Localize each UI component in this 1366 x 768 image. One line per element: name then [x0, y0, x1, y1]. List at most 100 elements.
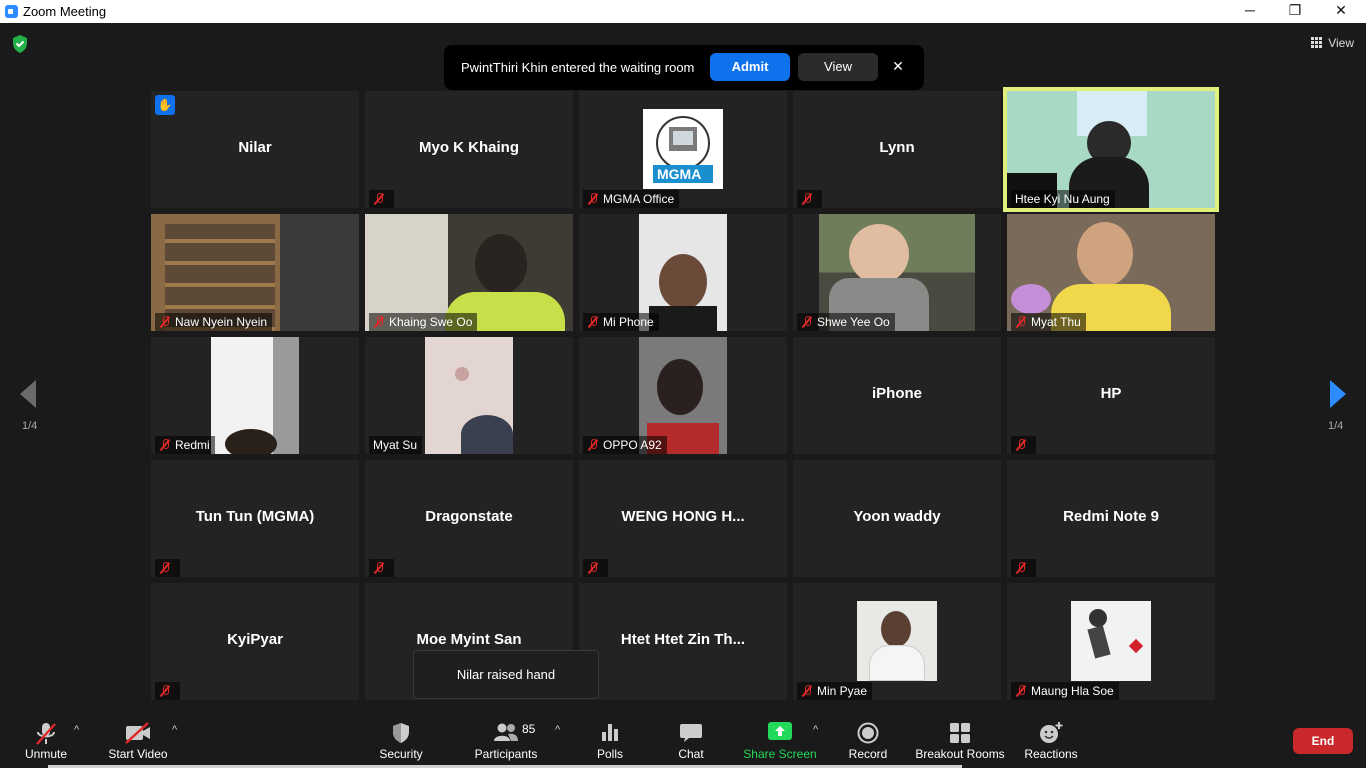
restore-button[interactable]: ❐ — [1272, 0, 1318, 23]
previous-page-icon[interactable] — [18, 378, 38, 410]
participant-tile[interactable]: OPPO A92 — [579, 337, 787, 454]
start-video-label: Start Video — [108, 747, 168, 761]
participant-tile[interactable]: Shwe Yee Oo — [793, 214, 1001, 331]
mic-muted-icon — [159, 685, 171, 697]
participants-count: 85 — [522, 722, 536, 736]
participant-name: Moe Myint San — [416, 631, 522, 648]
mic-muted-icon — [159, 316, 171, 328]
participant-label: Mi Phone — [583, 313, 659, 331]
next-page-icon[interactable] — [1328, 378, 1348, 410]
participant-tile[interactable]: HP — [1007, 337, 1215, 454]
admit-button[interactable]: Admit — [710, 53, 790, 81]
view-waiting-button[interactable]: View — [798, 53, 878, 81]
security-shield-icon — [393, 723, 409, 743]
reactions-smiley-icon — [1040, 722, 1063, 743]
participant-tile[interactable]: Tun Tun (MGMA) — [151, 460, 359, 577]
participant-name: Yoon waddy — [853, 508, 941, 525]
reactions-button[interactable]: Reactions — [1020, 708, 1082, 768]
participant-name: WENG HONG H... — [621, 508, 745, 525]
muted-indicator — [369, 559, 394, 577]
participant-label: Shwe Yee Oo — [797, 313, 895, 331]
participant-tile[interactable]: Naw Nyein Nyein — [151, 214, 359, 331]
participant-tile[interactable]: iPhone — [793, 337, 1001, 454]
encryption-shield-icon[interactable] — [12, 35, 28, 53]
left-page-indicator: 1/4 — [22, 420, 38, 432]
audio-options-caret-icon[interactable]: ^ — [74, 724, 79, 736]
participant-tile[interactable]: WENG HONG H... — [579, 460, 787, 577]
end-meeting-button[interactable]: End — [1293, 728, 1353, 754]
participants-button[interactable]: 85 Participants — [470, 708, 542, 768]
participant-tile[interactable]: KyiPyar — [151, 583, 359, 700]
participant-tile[interactable]: Dragonstate — [365, 460, 573, 577]
polls-icon — [602, 724, 618, 741]
record-button[interactable]: Record — [844, 708, 892, 768]
mic-muted-icon — [801, 685, 813, 697]
participant-tile[interactable]: Htet Htet Zin Th... — [579, 583, 787, 700]
participant-name: Myo K Khaing — [419, 139, 519, 156]
participant-label: Min Pyae — [797, 682, 873, 700]
participant-tile[interactable]: Myat Su — [365, 337, 573, 454]
participant-tile[interactable]: MGMA MGMA Office — [579, 91, 787, 208]
chat-button[interactable]: Chat — [670, 708, 712, 768]
breakout-rooms-button[interactable]: Breakout Rooms — [914, 708, 1006, 768]
participant-label: Myat Su — [369, 436, 423, 454]
waiting-room-message: PwintThiri Khin entered the waiting room — [461, 60, 695, 75]
view-button[interactable]: View — [1311, 33, 1354, 53]
participant-label: Khaing Swe Oo — [369, 313, 478, 331]
right-page-indicator: 1/4 — [1328, 420, 1344, 432]
participant-tile[interactable]: ✋ Nilar — [151, 91, 359, 208]
video-options-caret-icon[interactable]: ^ — [172, 724, 177, 736]
mic-muted-icon — [801, 316, 813, 328]
participant-tile[interactable]: Min Pyae — [793, 583, 1001, 700]
participants-label: Participants — [474, 747, 538, 761]
participant-name: Htet Htet Zin Th... — [620, 631, 746, 648]
participant-tile[interactable]: Lynn — [793, 91, 1001, 208]
mic-muted-icon — [801, 193, 813, 205]
participant-name: KyiPyar — [227, 631, 283, 648]
participant-tile[interactable]: Yoon waddy — [793, 460, 1001, 577]
share-options-caret-icon[interactable]: ^ — [813, 724, 818, 736]
close-notification-icon[interactable]: ✕ — [888, 56, 908, 76]
participant-tile[interactable]: Mi Phone — [579, 214, 787, 331]
participant-tile[interactable]: Redmi Note 9 — [1007, 460, 1215, 577]
raised-hand-toast: Nilar raised hand — [413, 650, 599, 699]
share-screen-button[interactable]: Share Screen — [742, 708, 818, 768]
window-title: Zoom Meeting — [23, 4, 107, 19]
participant-tile[interactable]: Myo K Khaing — [365, 91, 573, 208]
muted-indicator — [155, 682, 180, 700]
participant-name: HP — [1100, 385, 1122, 402]
participant-name: Redmi Note 9 — [1063, 508, 1159, 525]
mic-muted-icon — [1015, 316, 1027, 328]
mic-muted-icon — [1015, 439, 1027, 451]
mic-muted-icon — [159, 562, 171, 574]
participant-tile[interactable]: Redmi — [151, 337, 359, 454]
minimize-button[interactable]: ─ — [1227, 0, 1273, 23]
view-label: View — [1328, 36, 1354, 50]
video-feed — [211, 337, 299, 454]
mic-muted-icon — [36, 723, 56, 745]
mic-muted-icon — [587, 193, 599, 205]
security-button[interactable]: Security — [370, 708, 432, 768]
mic-muted-icon — [1015, 685, 1027, 697]
meeting-toolbar: Unmute ^ Start Video ^ Security 85 Parti… — [0, 708, 1366, 768]
participant-tile[interactable]: Khaing Swe Oo — [365, 214, 573, 331]
reactions-label: Reactions — [1024, 747, 1078, 761]
breakout-rooms-icon — [950, 723, 970, 743]
muted-indicator — [155, 559, 180, 577]
participant-label: Maung Hla Soe — [1011, 682, 1119, 700]
polls-label: Polls — [596, 747, 623, 761]
start-video-button[interactable]: Start Video — [104, 708, 172, 768]
muted-indicator — [797, 190, 822, 208]
grid-icon — [1311, 37, 1323, 48]
active-speaker-tile[interactable]: Htee Kyi Nu Aung — [1003, 87, 1219, 212]
close-window-button[interactable]: ✕ — [1318, 0, 1364, 23]
muted-indicator — [1011, 559, 1036, 577]
participants-caret-icon[interactable]: ^ — [555, 724, 560, 736]
raised-hand-icon: ✋ — [155, 95, 175, 115]
unmute-button[interactable]: Unmute — [14, 708, 78, 768]
video-off-icon — [125, 722, 150, 744]
participant-tile[interactable]: Maung Hla Soe — [1007, 583, 1215, 700]
mic-muted-icon — [373, 562, 385, 574]
polls-button[interactable]: Polls — [590, 708, 630, 768]
participant-tile[interactable]: Myat Thu — [1007, 214, 1215, 331]
